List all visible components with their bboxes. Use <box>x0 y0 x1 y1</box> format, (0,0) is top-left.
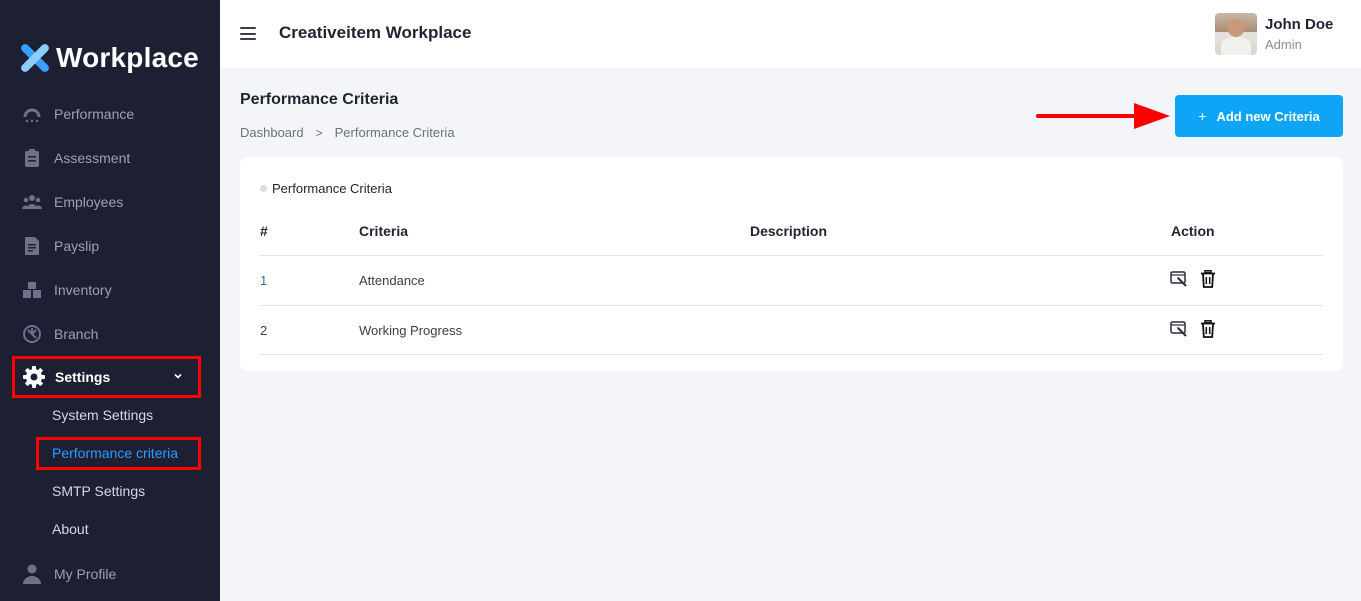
nav-item-label: Performance <box>54 106 135 122</box>
logo[interactable]: Workplace <box>20 40 199 76</box>
avatar[interactable] <box>1215 13 1257 55</box>
card-title: Performance Criteria <box>260 181 392 196</box>
gauge-icon <box>22 104 42 124</box>
nav-item-label: Settings <box>55 369 111 385</box>
plus-icon: + <box>1198 108 1207 124</box>
nav-item-employees[interactable]: Employees <box>22 190 123 214</box>
sub-item-smtp-settings[interactable]: SMTP Settings <box>52 483 145 499</box>
page-title: Performance Criteria <box>240 91 399 108</box>
column-header-description: Description <box>750 223 828 239</box>
nav-item-label: Payslip <box>54 238 100 254</box>
edit-icon[interactable] <box>1170 270 1188 288</box>
nav-item-settings[interactable]: Settings <box>12 356 201 398</box>
clipboard-icon <box>22 148 42 168</box>
row-actions <box>1170 320 1216 338</box>
delete-icon[interactable] <box>1200 270 1216 288</box>
column-header-criteria: Criteria <box>359 223 409 239</box>
nav-item-label: Employees <box>54 194 124 210</box>
chevron-right-icon: > <box>315 125 323 140</box>
top-header: Creativeitem Workplace John Doe Admin <box>220 0 1361 68</box>
nav-item-performance[interactable]: Performance <box>22 102 134 126</box>
users-icon <box>22 192 42 212</box>
nav-item-label: My Profile <box>54 566 117 582</box>
table-divider <box>260 354 1323 355</box>
add-new-criteria-button[interactable]: + Add new Criteria <box>1175 95 1343 137</box>
column-header-number: # <box>260 223 268 239</box>
sidebar: Workplace Performance Assessment Employe… <box>0 0 220 601</box>
row-criteria: Working Progress <box>359 323 463 338</box>
row-criteria: Attendance <box>359 273 425 288</box>
user-icon <box>22 564 42 584</box>
nav-item-inventory[interactable]: Inventory <box>22 278 112 302</box>
table-divider <box>260 305 1323 306</box>
logo-icon <box>21 44 49 72</box>
logo-text: Workplace <box>56 42 199 73</box>
card-title-text: Performance Criteria <box>272 181 392 196</box>
row-number: 2 <box>260 323 268 338</box>
edit-icon[interactable] <box>1170 320 1188 338</box>
row-number: 1 <box>260 273 268 288</box>
annotation-arrow-icon <box>1036 103 1170 129</box>
sub-item-about[interactable]: About <box>52 521 89 537</box>
nav-item-label: Branch <box>54 326 99 342</box>
column-header-action: Action <box>1171 223 1215 239</box>
table-divider <box>260 255 1323 256</box>
breadcrumb-dashboard[interactable]: Dashboard <box>240 125 304 140</box>
nav-item-label: Inventory <box>54 282 112 298</box>
nav-item-branch[interactable]: Branch <box>22 322 98 346</box>
user-role: Admin <box>1265 37 1302 52</box>
sub-item-performance-criteria[interactable]: Performance criteria <box>52 445 178 461</box>
gear-icon <box>23 366 45 388</box>
row-actions <box>1170 270 1216 288</box>
bullet-dot-icon <box>260 185 267 192</box>
nav-item-payslip[interactable]: Payslip <box>22 234 99 258</box>
user-name[interactable]: John Doe <box>1265 16 1333 33</box>
boxes-icon <box>22 280 42 300</box>
nav-item-my-profile[interactable]: My Profile <box>22 562 116 586</box>
breadcrumb-current: Performance Criteria <box>334 125 455 140</box>
breadcrumb: Dashboard > Performance Criteria <box>240 125 455 140</box>
header-title: Creativeitem Workplace <box>279 23 472 42</box>
criteria-card: Performance Criteria # Criteria Descript… <box>240 157 1343 371</box>
chevron-down-icon <box>174 373 182 379</box>
nav-item-assessment[interactable]: Assessment <box>22 146 130 170</box>
hamburger-menu-icon[interactable] <box>240 27 256 40</box>
receipt-icon <box>22 236 42 256</box>
nav-item-label: Assessment <box>54 150 131 166</box>
add-button-label: Add new Criteria <box>1216 108 1320 124</box>
delete-icon[interactable] <box>1200 320 1216 338</box>
branch-icon <box>22 324 42 344</box>
sub-item-system-settings[interactable]: System Settings <box>52 407 153 423</box>
